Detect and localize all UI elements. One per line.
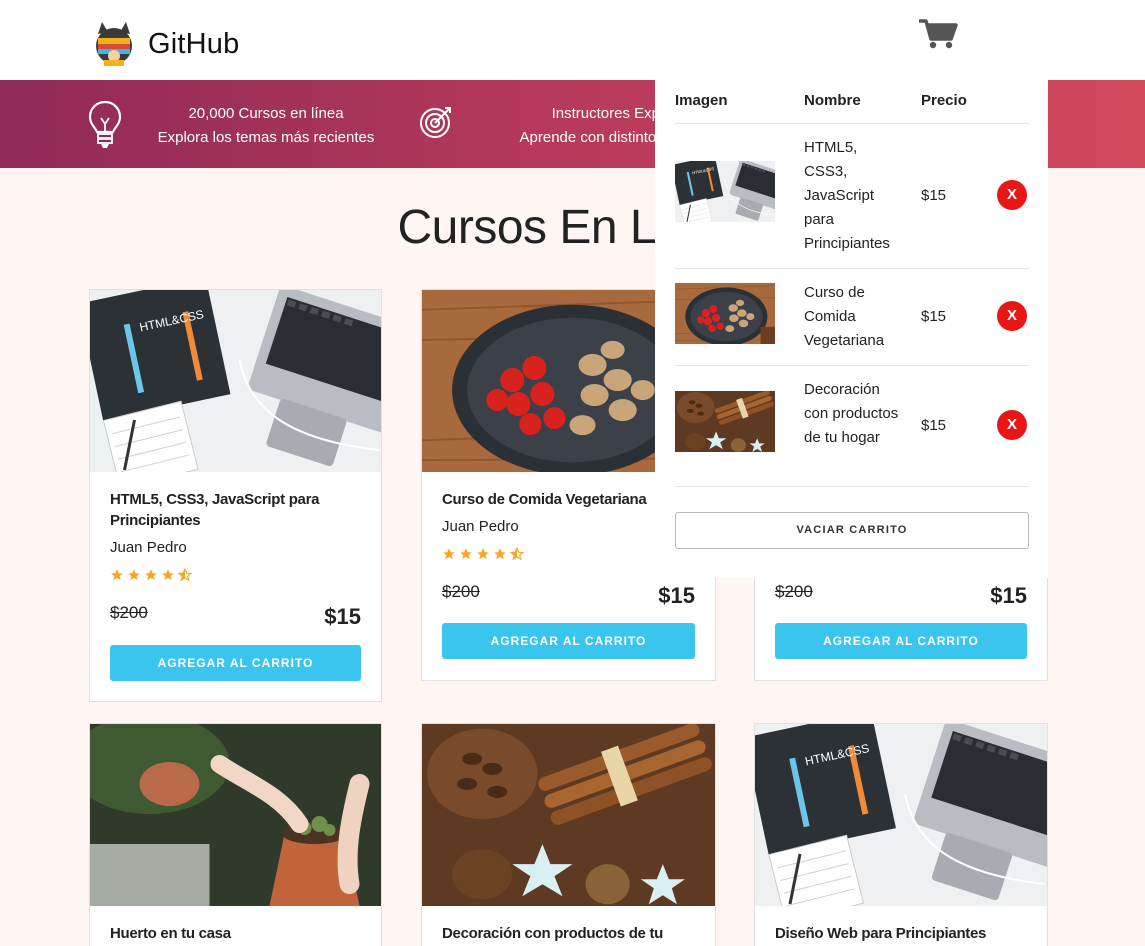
cart-header-price: Precio [921,92,967,109]
cart-item-name: HTML5, CSS3, JavaScript para Principiant… [804,139,890,252]
price: $15 [990,583,1027,608]
star-icon [442,547,456,561]
course-card: Diseño Web para Principiantes [754,723,1048,946]
course-image [90,290,381,472]
remove-item-button[interactable]: X [997,301,1027,331]
cart-item-image [675,391,775,452]
remove-item-button[interactable]: X [997,180,1027,210]
cart-item-price: $15 [921,417,947,434]
lightbulb-icon [88,100,122,148]
star-icon [110,568,124,582]
empty-cart-button[interactable]: VACIAR CARRITO [675,512,1029,549]
course-title: HTML5, CSS3, JavaScript para Principiant… [110,491,320,529]
course-title: Diseño Web para Principiantes [775,925,987,942]
star-half-icon [178,568,192,582]
star-icon [493,547,507,561]
add-to-cart-button[interactable]: AGREGAR AL CARRITO [442,623,695,659]
star-icon [161,568,175,582]
star-icon [144,568,158,582]
cart-header-image: Imagen [675,92,728,109]
star-icon [476,547,490,561]
site-header: GitHub [0,0,1145,80]
remove-item-button[interactable]: X [997,410,1027,440]
promo-line1: 20,000 Cursos en línea [188,105,344,122]
shopping-cart-icon[interactable] [918,18,958,50]
add-to-cart-button[interactable]: AGREGAR AL CARRITO [110,645,361,681]
add-to-cart-button[interactable]: AGREGAR AL CARRITO [775,623,1027,659]
course-card: Huerto en tu casa [89,723,382,946]
course-author: Juan Pedro [110,539,187,556]
course-rating [442,547,524,561]
cart-item-price: $15 [921,308,947,325]
cart-item-name: Decoración con productos de tu hogar [804,381,899,446]
course-author: Juan Pedro [442,518,519,535]
target-icon [420,107,451,138]
old-price: $200 [110,603,148,622]
brand-name[interactable]: GitHub [148,28,239,61]
cart-header-name: Nombre [804,92,861,109]
divider [675,365,1029,366]
cart-item-price: $15 [921,187,947,204]
price: $15 [324,604,361,629]
course-image [90,724,381,906]
divider [675,123,1029,124]
divider [675,268,1029,269]
github-octocat-logo[interactable] [90,20,138,68]
cart-item-image [675,161,775,222]
cart-dropdown: Imagen Nombre Precio HTML5, CSS3, JavaSc… [655,80,1048,578]
course-image [422,724,715,906]
old-price: $200 [442,582,480,601]
promo-text-courses: 20,000 Cursos en línea Explora los temas… [156,102,376,150]
cart-item-name: Curso de Comida Vegetariana [804,284,885,349]
star-half-icon [510,547,524,561]
star-icon [459,547,473,561]
course-image [755,724,1047,906]
course-title: Decoración con productos de tu [442,925,664,942]
divider [675,486,1029,487]
course-rating [110,568,192,582]
old-price: $200 [775,582,813,601]
course-card: HTML5, CSS3, JavaScript para Principiant… [89,289,382,702]
course-card: Decoración con productos de tu [421,723,716,946]
star-icon [127,568,141,582]
cart-item-image [675,283,775,344]
promo-line2: Explora los temas más recientes [157,129,375,146]
price: $15 [658,583,695,608]
course-title: Huerto en tu casa [110,925,231,942]
